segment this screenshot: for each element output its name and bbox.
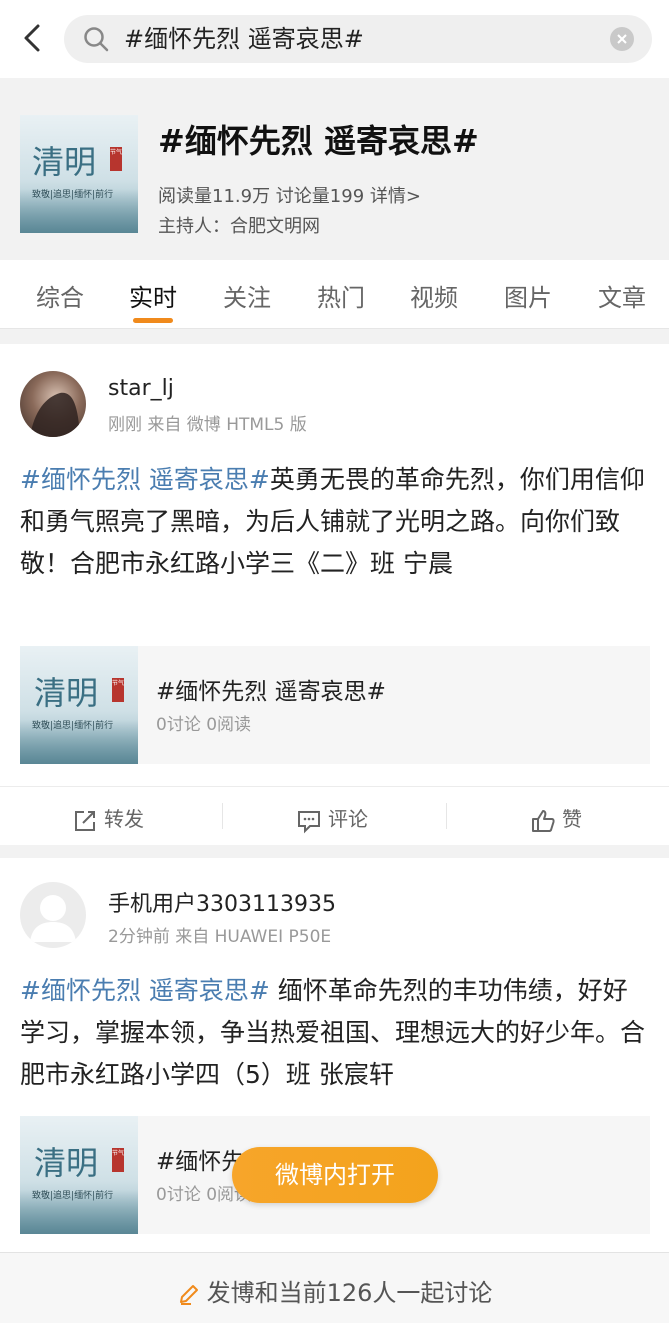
like-label: 赞 xyxy=(562,807,582,831)
tab-realtime[interactable]: 实时 xyxy=(129,278,177,313)
topic-host: 主持人：合肥文明网 xyxy=(158,216,320,237)
post-meta: 2分钟前 来自 HUAWEI P50E xyxy=(108,927,332,947)
thumbs-up-icon xyxy=(532,809,555,832)
repost-button[interactable]: 转发 xyxy=(72,803,144,834)
embed-cover-image: 清明 节气 致敬|追思|缅怀|前行 xyxy=(20,646,138,764)
active-tab-indicator xyxy=(133,318,173,323)
divider xyxy=(446,803,447,829)
embed-title: #缅怀先烈 遥寄哀思# xyxy=(156,679,386,705)
cover-title: 清明 xyxy=(34,674,99,712)
open-in-app-button[interactable]: 微博内打开 xyxy=(232,1147,438,1203)
post-meta: 刚刚 来自 微博 HTML5 版 xyxy=(108,415,307,435)
post-text: #缅怀先烈 遥寄哀思# 缅怀革命先烈的丰功伟绩，好好学习，掌握本领，争当热爱祖国… xyxy=(20,970,650,1096)
cover-title: 清明 xyxy=(34,1144,99,1182)
tab-following[interactable]: 关注 xyxy=(223,278,271,313)
post-text: #缅怀先烈 遥寄哀思#英勇无畏的革命先烈，你们用信仰和勇气照亮了黑暗，为后人铺就… xyxy=(20,459,650,585)
username[interactable]: star_lj xyxy=(108,376,174,401)
avatar[interactable] xyxy=(20,882,86,948)
back-arrow-icon[interactable] xyxy=(18,20,48,56)
cover-subtitle: 致敬|追思|缅怀|前行 xyxy=(32,190,114,200)
search-input[interactable]: #缅怀先烈 遥寄哀思# xyxy=(124,24,364,54)
search-icon xyxy=(84,27,109,52)
comment-button[interactable]: 评论 xyxy=(296,803,368,834)
clear-search-icon[interactable] xyxy=(610,27,634,51)
topic-title: #缅怀先烈 遥寄哀思# xyxy=(158,122,479,160)
topic-embed-card[interactable]: 清明 节气 致敬|追思|缅怀|前行 #缅怀先烈 遥寄哀思# 0讨论 0阅读 xyxy=(20,646,650,764)
topic-cover-image: 清明 节气 致敬|追思|缅怀|前行 xyxy=(20,115,138,233)
post-card: star_lj 刚刚 来自 微博 HTML5 版 #缅怀先烈 遥寄哀思#英勇无畏… xyxy=(0,344,669,845)
like-button[interactable]: 赞 xyxy=(530,803,582,834)
avatar[interactable] xyxy=(20,371,86,437)
cover-title: 清明 xyxy=(32,143,97,181)
username[interactable]: 手机用户3303113935 xyxy=(108,886,336,918)
embed-meta: 0讨论 0阅读 xyxy=(156,715,252,735)
compose-prompt-text: 发博和当前126人一起讨论 xyxy=(206,1279,493,1307)
comment-label: 评论 xyxy=(328,807,368,831)
post-actions: 转发 评论 赞 xyxy=(0,786,669,845)
topic-header: 清明 节气 致敬|追思|缅怀|前行 #缅怀先烈 遥寄哀思# 阅读量11.9万 讨… xyxy=(0,78,669,260)
topic-link[interactable]: #缅怀先烈 遥寄哀思# xyxy=(20,976,270,1005)
tab-articles[interactable]: 文章 xyxy=(598,278,646,313)
embed-cover-image: 清明 节气 致敬|追思|缅怀|前行 xyxy=(20,1116,138,1234)
cover-subtitle: 致敬|追思|缅怀|前行 xyxy=(32,1191,114,1201)
cover-subtitle: 致敬|追思|缅怀|前行 xyxy=(32,721,114,731)
divider xyxy=(222,803,223,829)
top-bar: #缅怀先烈 遥寄哀思# xyxy=(0,0,669,79)
comment-icon xyxy=(298,810,320,833)
repost-label: 转发 xyxy=(104,807,144,831)
tab-comprehensive[interactable]: 综合 xyxy=(36,278,84,313)
tab-hot[interactable]: 热门 xyxy=(317,278,365,313)
tab-bar: 综合 实时 关注 热门 视频 图片 文章 xyxy=(0,260,669,329)
compose-prompt[interactable]: 发博和当前126人一起讨论 xyxy=(0,1273,669,1308)
bottom-compose-bar[interactable]: 发博和当前126人一起讨论 xyxy=(0,1252,669,1323)
cover-stamp: 节气 xyxy=(112,678,124,702)
topic-link[interactable]: #缅怀先烈 遥寄哀思# xyxy=(20,465,270,494)
search-bar[interactable]: #缅怀先烈 遥寄哀思# xyxy=(64,15,652,63)
pencil-icon xyxy=(179,1285,198,1305)
tab-video[interactable]: 视频 xyxy=(410,278,458,313)
cover-stamp: 节气 xyxy=(112,1148,124,1172)
repost-icon xyxy=(75,810,95,831)
topic-stats[interactable]: 阅读量11.9万 讨论量199 详情> xyxy=(158,182,421,208)
tab-images[interactable]: 图片 xyxy=(504,278,552,313)
cover-stamp: 节气 xyxy=(110,147,122,171)
